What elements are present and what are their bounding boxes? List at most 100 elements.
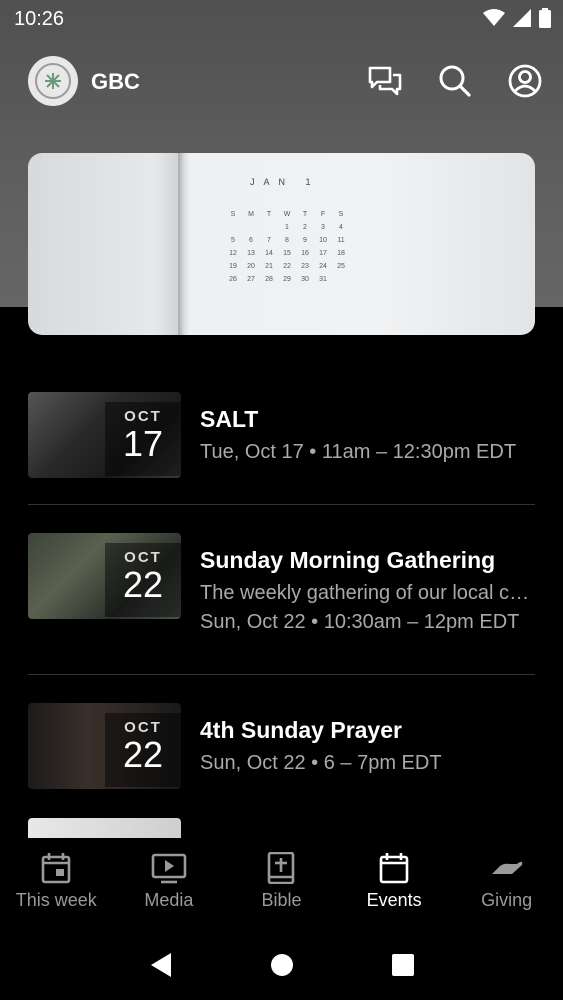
nav-giving[interactable]: Giving [450, 838, 563, 930]
hero-month: JAN 1 [250, 177, 320, 187]
hero-day: 1 [285, 224, 289, 231]
wifi-icon [483, 9, 505, 26]
event-time: Sun, Oct 22 • 10:30am – 12pm EDT [200, 611, 520, 633]
nav-label: Giving [481, 890, 533, 910]
bottom-nav: This week Media Bible Events Giving [0, 838, 563, 930]
hero-day [224, 224, 242, 231]
event-title: Sunday Morning Gathering [200, 547, 496, 573]
hero-calendar-grid: S M T W T F S 1 2 3 4 5 6 7 8 9 10 11 12 13 14 15 16 17 18 19 20 21… [224, 211, 350, 283]
hero-day: 21 [265, 263, 273, 270]
hero-day: 27 [247, 276, 255, 283]
nav-label: Bible [261, 890, 302, 910]
status-icons [483, 8, 551, 28]
event-row[interactable]: OCT 22 Sunday Morning Gathering The week… [28, 533, 535, 675]
profile-icon[interactable] [507, 63, 543, 99]
back-icon[interactable] [149, 952, 173, 978]
status-time: 10:26 [14, 8, 65, 30]
event-time: Tue, Oct 17 • 11am – 12:30pm EDT [200, 441, 517, 463]
event-text: Sunday Morning Gathering The weekly gath… [200, 547, 535, 634]
logo-emblem-icon [35, 63, 71, 99]
nav-bible[interactable]: Bible [225, 838, 338, 930]
hero-day: 2 [303, 224, 307, 231]
chat-icon[interactable] [367, 63, 403, 99]
hero-day: 12 [229, 250, 237, 257]
app-bar: GBC [0, 56, 563, 108]
hero-weekday: F [320, 211, 326, 218]
home-icon[interactable] [270, 953, 294, 977]
nav-label: Media [144, 890, 194, 910]
search-icon[interactable] [437, 63, 473, 99]
event-date-badge: OCT 22 [105, 713, 181, 787]
hero-day: 5 [231, 237, 235, 244]
hero-day: 7 [267, 237, 271, 244]
hero-day: 13 [247, 250, 255, 257]
hero-calendar-image: JAN 1 S M T W T F S 1 2 3 4 5 6 7 8 9 10 11 12 13 14 15 16 17 18… [28, 153, 535, 335]
hero-day: 16 [301, 250, 309, 257]
event-day: 17 [122, 423, 164, 464]
nav-label: Events [366, 890, 422, 910]
event-title: 4th Sunday Prayer [200, 717, 402, 743]
status-bar: 10:26 [0, 0, 563, 40]
event-thumbnail-partial[interactable] [28, 818, 181, 838]
hero-weekday: W [283, 211, 291, 218]
hero-day: 10 [319, 237, 327, 244]
hero-day: 25 [337, 263, 345, 270]
hero-weekday: S [338, 211, 344, 218]
hero-day: 6 [249, 237, 253, 244]
calendar-icon [379, 853, 409, 884]
hero-day: 8 [285, 237, 289, 244]
giving-hand-icon [491, 861, 522, 874]
event-date-badge: OCT 22 [105, 543, 181, 617]
event-day: 22 [122, 734, 164, 775]
hero-weekday: M [248, 211, 254, 218]
hero-day: 20 [247, 263, 255, 270]
hero-day: 19 [229, 263, 237, 270]
nav-events[interactable]: Events [338, 838, 451, 930]
event-date-badge: OCT 17 [105, 402, 181, 476]
hero-day: 18 [337, 250, 345, 257]
church-logo[interactable] [28, 56, 78, 106]
hero-day: 22 [283, 263, 291, 270]
bible-icon [268, 852, 295, 884]
recents-icon[interactable] [391, 953, 415, 977]
hero-day [242, 224, 260, 231]
event-thumbnail: OCT 17 [28, 392, 181, 478]
event-title: SALT [200, 406, 259, 432]
hero-day: 23 [301, 263, 309, 270]
hero-day: 28 [265, 276, 273, 283]
app-title: GBC [91, 69, 140, 94]
event-list: OCT 17 SALT Tue, Oct 17 • 11am – 12:30pm… [28, 392, 535, 845]
hero-weekday: S [230, 211, 236, 218]
hero-weekday: T [266, 211, 272, 218]
event-time: Sun, Oct 22 • 6 – 7pm EDT [200, 752, 442, 774]
hero-day: 9 [303, 237, 307, 244]
system-navigation-bar [0, 930, 563, 1000]
play-screen-icon [151, 853, 187, 884]
hero-day: 30 [301, 276, 309, 283]
event-text: 4th Sunday Prayer Sun, Oct 22 • 6 – 7pm … [200, 717, 535, 775]
event-row[interactable]: OCT 17 SALT Tue, Oct 17 • 11am – 12:30pm… [28, 392, 535, 505]
hero-day: 26 [229, 276, 237, 283]
hero-spine [178, 153, 184, 335]
hero-day: 14 [265, 250, 273, 257]
event-thumbnail: OCT 22 [28, 703, 181, 789]
hero-day: 3 [321, 224, 325, 231]
nav-this-week[interactable]: This week [0, 838, 113, 930]
event-description: The weekly gathering of our local church [200, 582, 535, 604]
hero-day [332, 276, 350, 283]
hero-weekday: T [302, 211, 308, 218]
hero-day: 15 [283, 250, 291, 257]
hero-day: 24 [319, 263, 327, 270]
hero-day: 29 [283, 276, 291, 283]
hero-day: 11 [337, 237, 345, 244]
nav-media[interactable]: Media [113, 838, 226, 930]
event-day: 22 [122, 564, 164, 605]
app-actions [367, 63, 543, 99]
hero-day: 31 [319, 276, 327, 283]
nav-label: This week [15, 890, 97, 910]
hero-day: 17 [319, 250, 327, 257]
hero-day [260, 224, 278, 231]
event-thumbnail: OCT 22 [28, 533, 181, 619]
event-text: SALT Tue, Oct 17 • 11am – 12:30pm EDT [200, 406, 535, 464]
calendar-day-icon [41, 853, 71, 884]
